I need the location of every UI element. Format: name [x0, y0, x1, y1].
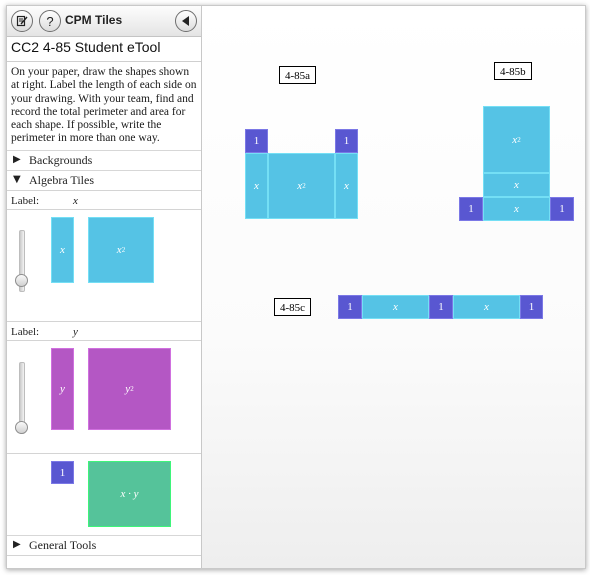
divider — [7, 61, 201, 62]
sidebar: ? CPM Tiles CC2 4-85 Student eTool On yo… — [7, 6, 202, 568]
triangle-right-icon: ▶ — [13, 539, 21, 550]
divider — [7, 555, 201, 556]
section-label: General Tools — [29, 538, 97, 552]
x-tile[interactable]: x — [362, 295, 429, 319]
x-tile[interactable]: x — [245, 153, 268, 219]
divider — [7, 453, 201, 454]
unit-tile[interactable]: 1 — [51, 461, 74, 484]
x-tile[interactable]: x — [51, 217, 74, 283]
problem-label-4-85b: 4-85b — [494, 62, 532, 80]
help-icon: ? — [46, 13, 54, 29]
label-row-x: Label: x — [11, 195, 78, 207]
unit-tile[interactable]: 1 — [459, 197, 483, 221]
help-button[interactable]: ? — [39, 10, 61, 32]
unit-tile[interactable]: 1 — [550, 197, 574, 221]
x-squared-tile[interactable]: x2 — [88, 217, 154, 283]
section-label: Algebra Tiles — [29, 173, 95, 187]
app-window: ? CPM Tiles CC2 4-85 Student eTool On yo… — [6, 5, 586, 569]
section-general-tools[interactable]: ▶ General Tools — [7, 535, 201, 555]
triangle-down-icon: ▼ — [13, 174, 21, 185]
unit-tile[interactable]: 1 — [245, 129, 268, 153]
back-arrow-icon[interactable] — [175, 10, 197, 32]
workspace-canvas[interactable]: 4-85a 1 1 x x2 x 4-85b x2 x 1 x 1 4-85c … — [202, 6, 585, 568]
instructions-text: On your paper, draw the shapes shown at … — [11, 66, 197, 145]
divider — [7, 340, 201, 341]
x-tile[interactable]: x — [483, 173, 550, 197]
y-slider-knob[interactable] — [15, 421, 28, 434]
x-slider-knob[interactable] — [15, 274, 28, 287]
unit-tile[interactable]: 1 — [338, 295, 362, 319]
unit-tile[interactable]: 1 — [520, 295, 543, 319]
divider — [7, 321, 201, 322]
x-tile[interactable]: x — [483, 197, 550, 221]
notepad-icon[interactable] — [11, 10, 33, 32]
label-caption: Label: — [11, 195, 40, 207]
x-squared-tile[interactable]: x2 — [483, 106, 550, 173]
problem-label-4-85a: 4-85a — [279, 66, 317, 84]
unit-tile[interactable]: 1 — [429, 295, 453, 319]
unit-tile[interactable]: 1 — [335, 129, 358, 153]
triangle-right-icon: ▶ — [13, 154, 21, 165]
y-tile[interactable]: y — [51, 348, 74, 430]
label-row-y: Label: y — [11, 326, 78, 338]
divider — [7, 209, 201, 210]
section-algebra-tiles[interactable]: ▼ Algebra Tiles — [7, 170, 201, 190]
divider — [7, 190, 201, 191]
x-tile[interactable]: x — [453, 295, 520, 319]
label-variable[interactable]: x — [73, 195, 78, 207]
problem-label-4-85c: 4-85c — [274, 298, 312, 316]
xy-tile[interactable]: x · y — [88, 461, 171, 527]
x-squared-tile[interactable]: x2 — [268, 153, 335, 219]
toolbar: ? CPM Tiles — [7, 6, 201, 37]
x-tile[interactable]: x — [335, 153, 358, 219]
app-title: CPM Tiles — [65, 13, 123, 27]
section-label: Backgrounds — [29, 153, 93, 167]
label-variable[interactable]: y — [73, 326, 78, 338]
section-backgrounds[interactable]: ▶ Backgrounds — [7, 150, 201, 170]
tool-title: CC2 4-85 Student eTool — [11, 39, 161, 55]
label-caption: Label: — [11, 326, 40, 338]
y-squared-tile[interactable]: y2 — [88, 348, 171, 430]
